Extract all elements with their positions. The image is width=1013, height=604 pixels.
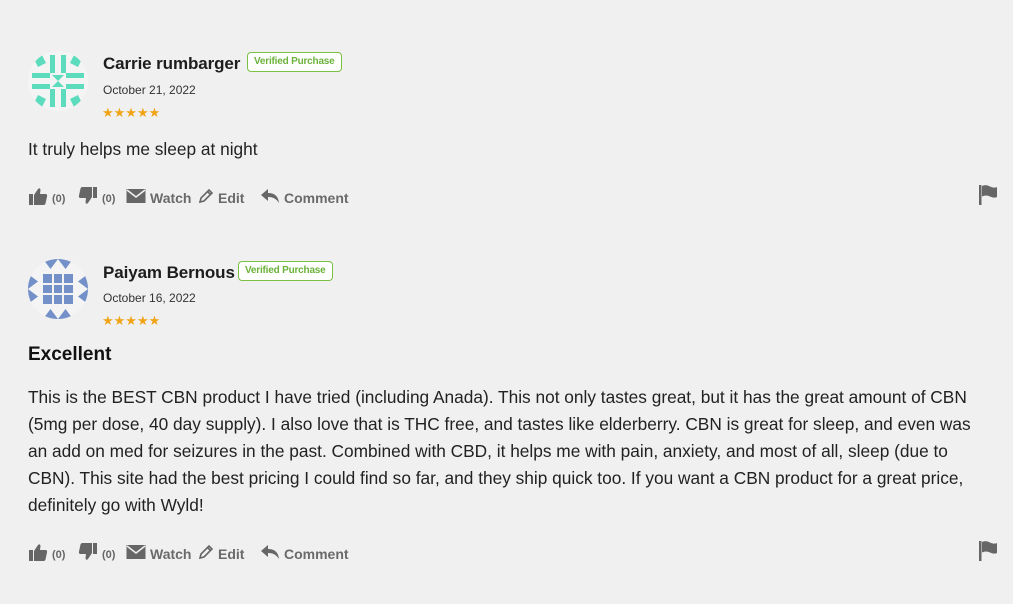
watch-label: Watch: [150, 189, 192, 206]
like-button[interactable]: (0): [28, 540, 65, 564]
avatar: [28, 51, 88, 111]
like-count: (0): [52, 549, 66, 561]
dislike-button[interactable]: (0): [78, 184, 115, 208]
reply-icon: [261, 189, 279, 203]
reply-icon: [261, 545, 279, 559]
like-button[interactable]: (0): [28, 184, 65, 208]
review-body: This is the BEST CBN product I have trie…: [28, 387, 971, 515]
comment-button[interactable]: Comment: [260, 540, 349, 564]
flag-icon: [979, 185, 997, 205]
thumbs-up-icon: [29, 544, 48, 561]
reviewer-name: Paiyam Bernous: [103, 263, 235, 282]
comment-button[interactable]: Comment: [260, 184, 349, 208]
watch-button[interactable]: Watch: [126, 540, 191, 564]
dislike-count: (0): [102, 193, 116, 205]
report-button[interactable]: [978, 184, 998, 211]
comment-label: Comment: [284, 189, 349, 206]
envelope-icon: [126, 189, 146, 203]
reviewer-name: Carrie rumbarger: [103, 54, 241, 73]
comment-label: Comment: [284, 545, 349, 562]
verified-purchase-badge: Verified Purchase: [247, 52, 342, 72]
avatar: [28, 259, 88, 319]
verified-purchase-badge: Verified Purchase: [238, 261, 333, 281]
dislike-button[interactable]: (0): [78, 540, 115, 564]
edit-label: Edit: [218, 545, 245, 562]
review-actions: (0) (0) Watch Edit Comment: [28, 540, 1003, 564]
thumbs-down-icon: [78, 543, 97, 560]
edit-button[interactable]: Edit: [198, 540, 244, 564]
dislike-count: (0): [102, 549, 116, 561]
watch-button[interactable]: Watch: [126, 184, 191, 208]
thumbs-up-icon: [29, 188, 48, 205]
like-count: (0): [52, 193, 66, 205]
review-body: It truly helps me sleep at night: [28, 139, 258, 159]
identicon-avatar-image: [28, 259, 88, 319]
review-date: October 16, 2022: [103, 291, 196, 305]
review-title: Excellent: [28, 344, 112, 365]
edit-button[interactable]: Edit: [198, 184, 244, 208]
envelope-icon: [126, 545, 146, 559]
review-date: October 21, 2022: [103, 83, 196, 97]
thumbs-down-icon: [78, 187, 97, 204]
flag-icon: [979, 541, 997, 561]
star-rating: ★★★★★: [102, 313, 161, 328]
report-button[interactable]: [978, 540, 998, 567]
pencil-icon: [198, 188, 214, 204]
pencil-icon: [198, 544, 214, 560]
edit-label: Edit: [218, 189, 245, 206]
review-actions: (0) (0) Watch Edit Comment: [28, 184, 1003, 208]
identicon-avatar-image: [28, 51, 88, 111]
watch-label: Watch: [150, 545, 192, 562]
star-rating: ★★★★★: [102, 105, 161, 120]
